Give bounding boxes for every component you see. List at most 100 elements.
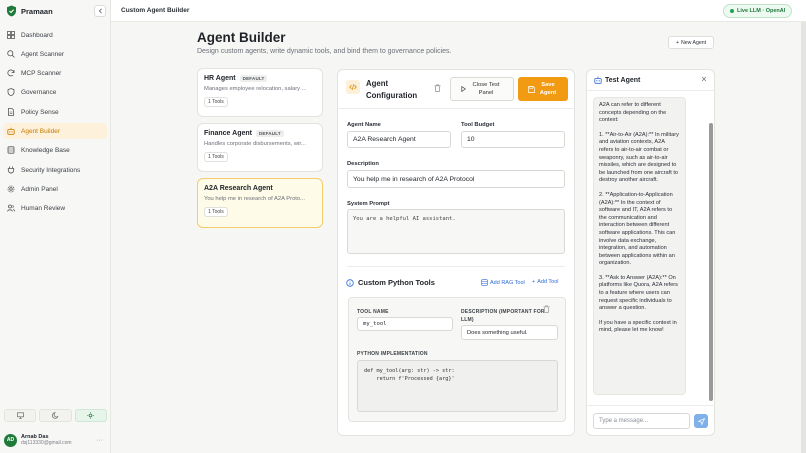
close-test-panel-label: Close Test Panel [472, 82, 500, 96]
tool-budget-input[interactable]: 10 [461, 131, 565, 148]
agent-card-header: HR Agent DEFAULT [204, 75, 316, 82]
delete-tool-icon[interactable] [543, 305, 550, 313]
agent-description: You help me in research of A2A Proto... [204, 196, 305, 202]
document-icon [7, 108, 15, 116]
sidebar-item-agent-builder[interactable]: Agent Builder [3, 123, 107, 139]
plug-icon [7, 166, 15, 174]
avatar: AD [4, 433, 17, 447]
divider [587, 405, 714, 406]
tool-budget-label: Tool Budget [461, 122, 495, 128]
sidebar-item-agent-scanner[interactable]: Agent Scanner [3, 46, 107, 62]
info-circle-icon [346, 278, 354, 287]
agent-card-hr[interactable]: HR Agent DEFAULT Manages employee reloca… [197, 68, 323, 117]
sidebar-item-knowledge-base[interactable]: Knowledge Base [3, 142, 107, 158]
description-label: Description [347, 161, 379, 167]
sun-icon [87, 412, 95, 419]
save-icon [528, 85, 535, 93]
send-button[interactable] [694, 414, 708, 428]
tools-count-badge: 1 Tools [204, 97, 228, 107]
chat-scrollbar[interactable] [709, 123, 713, 401]
tools-count-badge: 1 Tools [204, 207, 228, 217]
agent-name: A2A Research Agent [204, 185, 273, 192]
message-paragraph: A2A can refer to different concepts depe… [599, 102, 667, 124]
sidebar-item-admin-panel[interactable]: Admin Panel [3, 181, 107, 197]
close-test-panel-button[interactable]: Close Test Panel [450, 77, 514, 101]
topbar: Custom Agent Builder Live LLM · OpenAI [111, 0, 806, 22]
add-rag-tool-button[interactable]: Add RAG Tool [481, 279, 525, 286]
sidebar-item-label: Policy Sense [21, 108, 59, 116]
shield-icon [7, 88, 15, 96]
add-tool-button[interactable]: + Add Tool [532, 279, 559, 285]
agent-card-a2a-research[interactable]: A2A Research Agent You help me in resear… [197, 178, 323, 228]
new-agent-label: New Agent [680, 39, 707, 46]
default-badge: DEFAULT [255, 130, 284, 137]
test-agent-panel: Test Agent A2A can refer to different co… [586, 69, 715, 436]
more-icon[interactable]: ··· [96, 437, 103, 444]
sidebar-item-label: Agent Scanner [21, 50, 65, 58]
custom-python-tools-title: Custom Python Tools [358, 278, 435, 287]
status-dot-icon [730, 9, 734, 13]
agent-description: Handles corporate disbursements, wir... [204, 141, 306, 147]
bot-icon [7, 127, 15, 135]
tool-editor: TOOL NAME my_tool DESCRIPTION (IMPORTANT… [348, 297, 566, 422]
close-icon[interactable] [701, 76, 707, 82]
sidebar-item-security-integrations[interactable]: Security Integrations [3, 162, 107, 178]
page-title: Agent Builder [197, 30, 286, 45]
sidebar-item-human-review[interactable]: Human Review [3, 200, 107, 216]
agent-description: Manages employee relocation, salary ... [204, 86, 307, 92]
gear-icon [7, 185, 15, 193]
app-name: Pramaan [21, 6, 53, 16]
code-icon [346, 80, 360, 94]
theme-switcher [4, 409, 107, 422]
play-icon [461, 86, 466, 92]
bot-icon [594, 76, 602, 84]
test-agent-header: Test Agent [594, 76, 640, 84]
database-icon [7, 146, 15, 154]
brand: Pramaan [6, 5, 53, 17]
sidebar-item-dashboard[interactable]: Dashboard [3, 27, 107, 43]
message-paragraph: 1. **Air-to-Air (A2A):** In military and… [599, 131, 679, 184]
collapse-sidebar-button[interactable] [94, 5, 106, 17]
config-title: Agent Configuration [366, 79, 418, 100]
agent-card-header: A2A Research Agent [204, 185, 316, 192]
sidebar-item-label: Human Review [21, 204, 66, 212]
user-profile[interactable]: AD Arnab Das dsj113330@gmail.com ··· [4, 430, 107, 450]
save-agent-button[interactable]: Save Agent [518, 77, 568, 101]
llm-status-text: Live LLM · OpenAI [737, 8, 786, 14]
theme-system-button[interactable] [4, 409, 37, 422]
system-prompt-textarea[interactable]: You are a helpful AI assistant. [347, 209, 565, 254]
save-agent-label: Save Agent [539, 82, 557, 96]
python-code-editor[interactable]: def my_tool(arg: str) -> str: return f'P… [357, 360, 558, 412]
divider [347, 266, 565, 267]
delete-agent-icon[interactable] [434, 84, 441, 92]
agent-card-header: Finance Agent DEFAULT [204, 130, 316, 137]
plus-icon: + [675, 39, 679, 46]
message-paragraph: 2. **Application-to-Application (A2A):**… [599, 191, 676, 267]
agent-name-input[interactable]: A2A Research Agent [347, 131, 451, 148]
user-email: dsj113330@gmail.com [21, 440, 72, 446]
agent-card-finance[interactable]: Finance Agent DEFAULT Handles corporate … [197, 123, 323, 172]
theme-light-button[interactable] [74, 409, 107, 422]
sidebar-item-label: Admin Panel [21, 185, 58, 193]
message-paragraph: If you have a specific context in mind, … [599, 319, 677, 334]
message-paragraph: 3. **Ask to Answer (A2A):** On platforms… [599, 274, 678, 312]
python-implementation-label: PYTHON IMPLEMENTATION [357, 351, 428, 357]
new-agent-button[interactable]: + New Agent [668, 36, 714, 49]
sidebar-item-label: Dashboard [21, 31, 53, 39]
agent-name-label: Agent Name [347, 122, 381, 128]
sidebar-item-mcp-scanner[interactable]: MCP Scanner [3, 65, 107, 81]
assistant-message: A2A can refer to different concepts depe… [593, 97, 686, 395]
desktop-icon [16, 412, 24, 419]
scrollbar-thumb[interactable] [709, 123, 713, 401]
sidebar-item-label: MCP Scanner [21, 69, 62, 77]
system-prompt-label: System Prompt [347, 201, 390, 207]
sidebar-item-governance[interactable]: Governance [3, 84, 107, 100]
tool-name-input[interactable]: my_tool [357, 317, 453, 331]
tool-description-input[interactable]: Does something useful. [461, 325, 558, 340]
sidebar-item-policy-sense[interactable]: Policy Sense [3, 104, 107, 120]
description-input[interactable]: You help me in research of A2A Protocol [347, 170, 565, 188]
message-input[interactable]: Type a message... [593, 413, 690, 429]
window-scrollbar[interactable] [801, 22, 806, 453]
user-info: Arnab Das dsj113330@gmail.com [21, 434, 92, 446]
theme-dark-button[interactable] [39, 409, 72, 422]
